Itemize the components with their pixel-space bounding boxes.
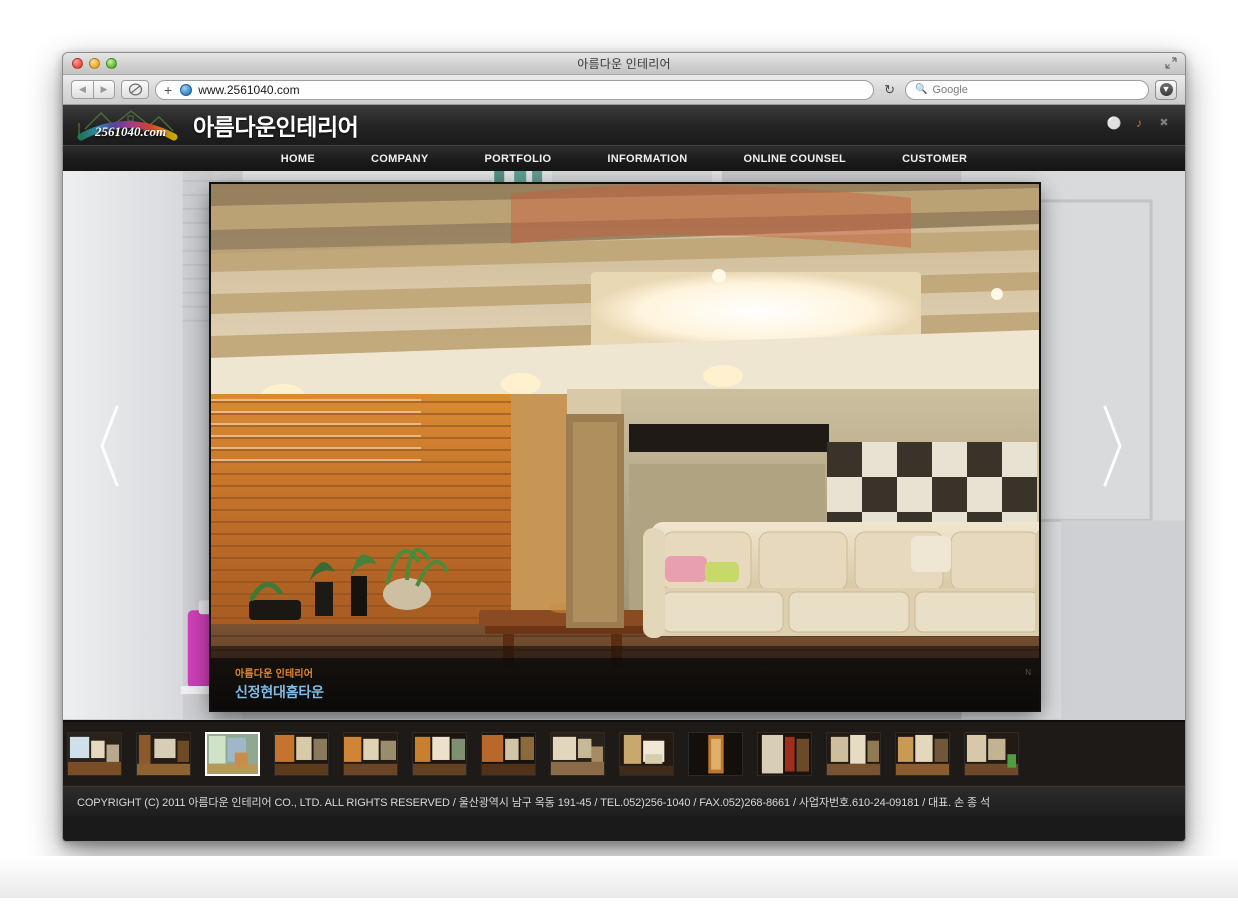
slide-caption: 아름다운 인테리어 신정현대홈타운 N <box>211 658 1039 710</box>
website-content: 2561040.com 아름다운인테리어 ⚪ ♪ ✖ HOME COMPANY … <box>63 105 1185 841</box>
browser-toolbar: ◀ ▶ + www.2561040.com ↻ 🔍 Google ▼ <box>63 75 1185 105</box>
nav-item-information[interactable]: INFORMATION <box>579 153 715 165</box>
page-root: 아름다운 인테리어 ◀ ▶ + www.2561040.com ↻ 🔍 Goog… <box>0 0 1238 914</box>
thumbnail-3[interactable] <box>205 732 260 776</box>
nav-item-portfolio[interactable]: PORTFOLIO <box>457 153 580 165</box>
thumbnail-8[interactable] <box>550 732 605 776</box>
thumbnail-image <box>275 733 328 775</box>
back-button[interactable]: ◀ <box>71 80 93 99</box>
hero-photo <box>211 184 1039 710</box>
forward-button[interactable]: ▶ <box>93 80 115 99</box>
forward-icon: ▶ <box>100 84 108 94</box>
resize-icon[interactable] <box>1165 57 1177 69</box>
caption-subtitle: 아름다운 인테리어 <box>235 669 314 680</box>
browser-window: 아름다운 인테리어 ◀ ▶ + www.2561040.com ↻ 🔍 Goog… <box>62 52 1186 842</box>
header-icon-group: ⚪ ♪ ✖ <box>1107 116 1171 130</box>
site-logo[interactable]: 2561040.com <box>75 107 179 143</box>
caption-title: 신정현대홈타운 <box>235 684 324 700</box>
back-icon: ◀ <box>79 84 86 94</box>
thumbnail-13[interactable] <box>895 732 950 776</box>
thumbnail-image <box>620 733 673 775</box>
caption-mark: N <box>1025 668 1031 677</box>
copyright-text: COPYRIGHT (C) 2011 아름다운 인테리어 CO., LTD. A… <box>77 796 991 809</box>
url-text: www.2561040.com <box>198 82 300 97</box>
thumbnail-10[interactable] <box>688 732 743 776</box>
add-bookmark-button[interactable]: + <box>164 83 174 97</box>
window-title: 아름다운 인테리어 <box>577 57 671 71</box>
logo-text: 2561040.com <box>95 124 167 139</box>
close-icon[interactable]: ✖ <box>1157 116 1171 130</box>
nav-item-customer[interactable]: CUSTOMER <box>874 153 995 165</box>
thumbnail-image <box>896 733 949 775</box>
favicon-icon <box>180 83 193 96</box>
speaker-icon[interactable]: ♪ <box>1132 116 1146 130</box>
thumbnail-image <box>827 733 880 775</box>
address-bar[interactable]: + www.2561040.com <box>155 79 875 100</box>
hero-slide[interactable]: 아름다운 인테리어 신정현대홈타운 N <box>211 184 1039 710</box>
thumbnail-4[interactable] <box>274 732 329 776</box>
headphone-icon[interactable]: ⚪ <box>1107 116 1122 130</box>
thumbnail-image <box>344 733 397 775</box>
thumbnail-image <box>758 733 811 775</box>
site-footer: COPYRIGHT (C) 2011 아름다운 인테리어 CO., LTD. A… <box>63 786 1185 816</box>
reload-button[interactable]: ↻ <box>880 82 899 98</box>
prev-arrow[interactable] <box>95 403 125 489</box>
thumbnail-image <box>413 733 466 775</box>
share-button[interactable] <box>121 80 149 99</box>
nav-item-home[interactable]: HOME <box>253 153 343 165</box>
thumbnail-strip <box>63 720 1185 786</box>
thumbnail-9[interactable] <box>619 732 674 776</box>
slideshow-stage: 아름다운 인테리어 신정현대홈타운 N <box>63 171 1185 720</box>
thumbnail-12[interactable] <box>826 732 881 776</box>
thumbnail-5[interactable] <box>343 732 398 776</box>
nav-buttons: ◀ ▶ <box>71 80 115 99</box>
downloads-button[interactable]: ▼ <box>1155 79 1177 100</box>
thumbnail-image <box>965 733 1018 775</box>
thumbnail-6[interactable] <box>412 732 467 776</box>
thumbnail-14[interactable] <box>964 732 1019 776</box>
thumbnail-image <box>689 733 742 775</box>
thumbnail-image <box>68 733 121 775</box>
thumbnail-image <box>482 733 535 775</box>
thumbnail-2[interactable] <box>136 732 191 776</box>
downloads-icon: ▼ <box>1159 83 1173 96</box>
nav-item-online-counsel[interactable]: ONLINE COUNSEL <box>715 153 874 165</box>
share-icon <box>128 83 142 96</box>
nav-item-company[interactable]: COMPANY <box>343 153 457 165</box>
thumbnail-1[interactable] <box>67 732 122 776</box>
next-arrow[interactable] <box>1097 403 1127 489</box>
site-brand-title: 아름다운인테리어 <box>193 114 359 140</box>
browser-titlebar: 아름다운 인테리어 <box>63 53 1185 75</box>
thumbnail-7[interactable] <box>481 732 536 776</box>
site-header: 2561040.com 아름다운인테리어 ⚪ ♪ ✖ <box>63 105 1185 145</box>
thumbnail-11[interactable] <box>757 732 812 776</box>
thumbnail-image <box>207 734 258 774</box>
search-placeholder: Google <box>932 83 968 96</box>
thumbnail-image <box>137 733 190 775</box>
search-icon: 🔍 <box>915 84 928 95</box>
search-input[interactable]: 🔍 Google <box>905 79 1149 100</box>
thumbnail-image <box>551 733 604 775</box>
main-navigation: HOME COMPANY PORTFOLIO INFORMATION ONLIN… <box>63 145 1185 171</box>
